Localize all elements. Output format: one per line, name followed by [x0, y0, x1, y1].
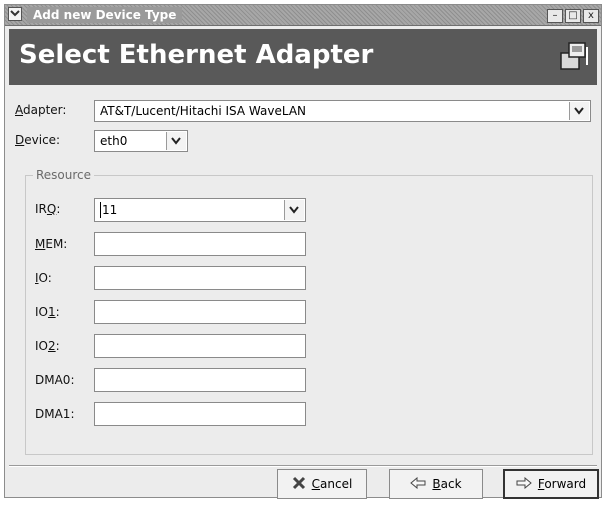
window-menu-icon[interactable]	[8, 7, 22, 21]
dma1-label: DMA1:	[35, 407, 75, 421]
device-label: Device:	[15, 133, 61, 147]
mem-input[interactable]	[94, 232, 306, 256]
network-card-icon	[557, 39, 591, 73]
chevron-down-icon	[171, 137, 181, 145]
io-label: IO:	[35, 271, 52, 285]
irq-select[interactable]: 11	[94, 198, 306, 222]
device-dropdown-button[interactable]	[166, 132, 186, 150]
io1-label: IO1:	[35, 305, 60, 319]
chevron-down-icon	[574, 107, 584, 115]
irq-select-value[interactable]: 11	[100, 202, 117, 218]
cancel-icon	[292, 476, 306, 493]
chevron-down-icon	[289, 206, 299, 214]
irq-dropdown-button[interactable]	[284, 200, 304, 220]
arrow-right-icon	[516, 476, 532, 492]
title-bar[interactable]: Add new Device Type – □ x	[5, 5, 601, 26]
resource-group-label: Resource	[33, 167, 95, 183]
io2-label: IO2:	[35, 339, 60, 353]
dma0-label: DMA0:	[35, 373, 75, 387]
adapter-select-value: AT&T/Lucent/Hitachi ISA WaveLAN	[100, 104, 307, 118]
back-button[interactable]: Back	[389, 469, 483, 499]
adapter-label: Adapter:	[15, 103, 67, 117]
mem-label: MEM:	[35, 237, 68, 251]
back-button-label: Back	[432, 477, 462, 491]
forward-button-label: Forward	[537, 477, 587, 491]
io-input[interactable]	[94, 266, 306, 290]
button-separator	[9, 465, 597, 467]
minimize-button[interactable]: –	[547, 9, 563, 23]
page-title: Select Ethernet Adapter	[19, 40, 374, 70]
adapter-dropdown-button[interactable]	[569, 102, 589, 120]
maximize-button[interactable]: □	[565, 9, 581, 23]
io1-input[interactable]	[94, 300, 306, 324]
dma1-input[interactable]	[94, 402, 306, 426]
io2-input[interactable]	[94, 334, 306, 358]
dma0-input[interactable]	[94, 368, 306, 392]
page-header: Select Ethernet Adapter	[9, 29, 597, 85]
adapter-select[interactable]: AT&T/Lucent/Hitachi ISA WaveLAN	[94, 100, 591, 122]
close-button[interactable]: x	[583, 9, 599, 23]
forward-button[interactable]: Forward	[503, 469, 599, 499]
device-select-value: eth0	[100, 134, 128, 148]
dialog-window: Add new Device Type – □ x Select Ethernet …	[4, 4, 602, 499]
irq-label: IRQ:	[35, 202, 61, 216]
cancel-button-label: Cancel	[311, 477, 353, 491]
window-title: Add new Device Type	[27, 7, 183, 23]
cancel-button[interactable]: Cancel	[277, 469, 367, 499]
device-select[interactable]: eth0	[94, 130, 188, 152]
arrow-left-icon	[410, 476, 426, 492]
